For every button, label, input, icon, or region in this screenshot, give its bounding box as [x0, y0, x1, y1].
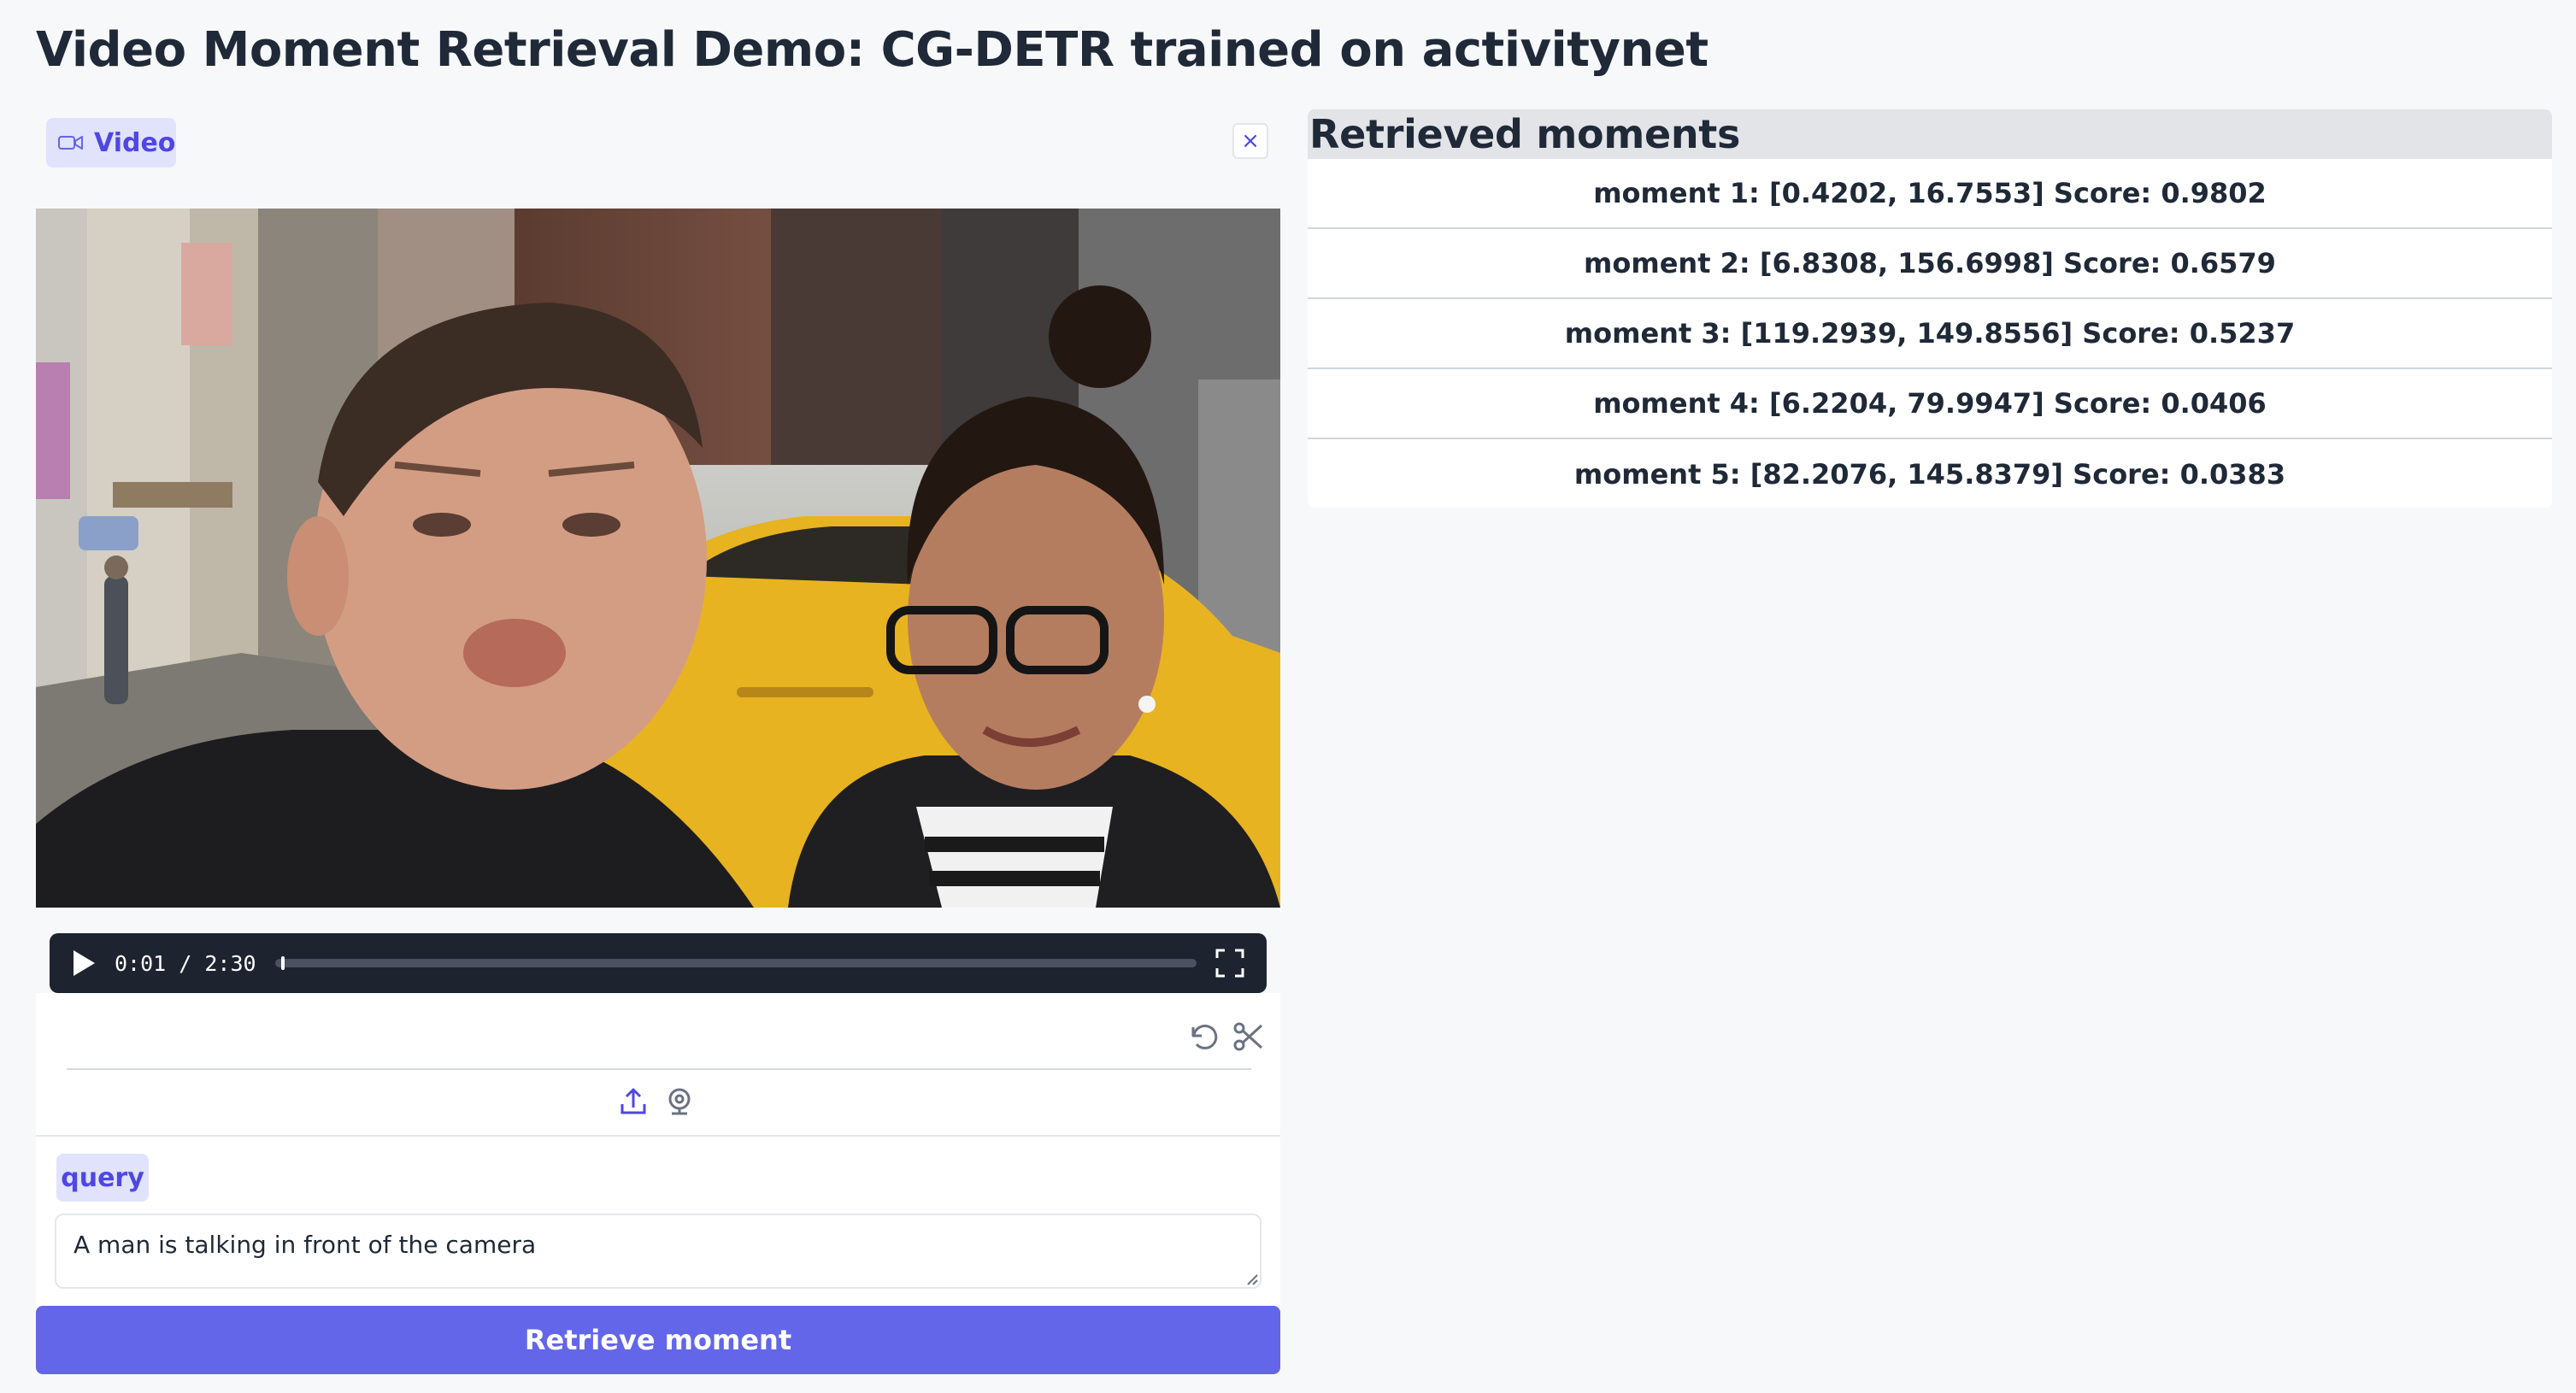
page-title: Video Moment Retrieval Demo: CG-DETR tra…	[36, 22, 1709, 78]
moment-row-5: moment 5: [82.2076, 145.8379] Score: 0.0…	[1573, 458, 2286, 491]
video-edit-area	[36, 993, 1280, 1137]
video-label: Video	[46, 118, 176, 168]
video-player[interactable]	[36, 209, 1280, 908]
video-progress-handle[interactable]	[281, 956, 285, 970]
video-time: 0:01 / 2:30	[115, 950, 256, 976]
close-icon: ×	[1241, 128, 1260, 154]
resize-grip-icon[interactable]	[1244, 1272, 1258, 1285]
video-progress-bar[interactable]	[274, 956, 1197, 970]
moment-row-1: moment 1: [0.4202, 16.7553] Score: 0.980…	[1308, 159, 2552, 229]
video-frame-image	[36, 209, 1280, 908]
undo-icon[interactable]	[1186, 1019, 1220, 1053]
results-header: Retrieved moments	[1308, 109, 2552, 159]
moment-row-4: moment 4: [6.2204, 79.9947] Score: 0.040…	[1308, 369, 2552, 439]
video-controls: 0:01 / 2:30	[50, 933, 1267, 993]
edit-divider	[67, 1068, 1251, 1070]
video-label-text: Video	[94, 127, 176, 158]
play-icon[interactable]	[72, 949, 96, 977]
clear-video-button[interactable]: ×	[1232, 123, 1268, 159]
webcam-icon[interactable]	[665, 1087, 694, 1116]
video-camera-icon	[58, 136, 83, 150]
scissors-icon[interactable]	[1232, 1020, 1265, 1053]
query-input[interactable]	[55, 1214, 1262, 1289]
retrieve-moment-button[interactable]: Retrieve moment	[36, 1306, 1280, 1374]
upload-icon[interactable]	[619, 1087, 648, 1116]
fullscreen-icon[interactable]	[1215, 949, 1244, 978]
moment-row-3: moment 3: [119.2939, 149.8556] Score: 0.…	[1308, 299, 2552, 369]
query-label: query	[56, 1154, 149, 1202]
retrieved-moments-panel: Retrieved moments moment 1: [0.4202, 16.…	[1308, 109, 2552, 508]
moment-row-2: moment 2: [6.8308, 156.6998] Score: 0.65…	[1308, 229, 2552, 299]
